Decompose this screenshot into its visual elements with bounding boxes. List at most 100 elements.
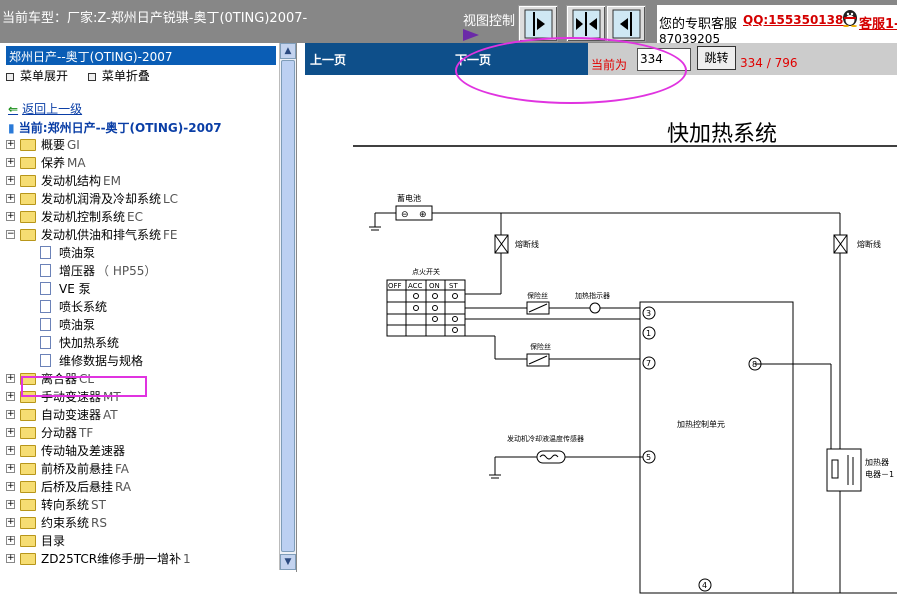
scroll-down-arrow-icon[interactable]: ▼ bbox=[280, 554, 296, 570]
folder-icon bbox=[20, 193, 36, 205]
document-icon bbox=[40, 336, 51, 349]
jump-button[interactable]: 跳转 bbox=[697, 46, 736, 70]
tree-folder-item[interactable]: + 概要 GI bbox=[6, 136, 278, 154]
expand-toggle-icon[interactable]: + bbox=[6, 446, 15, 455]
folder-icon bbox=[20, 427, 36, 439]
menu-expand-label: 菜单展开 bbox=[20, 69, 69, 83]
expand-toggle-icon[interactable]: + bbox=[6, 500, 15, 509]
tree-folder-item[interactable]: + 自动变速器 AT bbox=[6, 406, 278, 424]
tree-folder-item[interactable]: + 转向系统 ST bbox=[6, 496, 278, 514]
expand-toggle-icon[interactable]: + bbox=[6, 194, 15, 203]
tree-folder-item[interactable]: + 传动轴及差速器 bbox=[6, 442, 278, 460]
tree-item-code: TF bbox=[79, 426, 94, 440]
tree-doc-item[interactable]: 增压器（ HP55） bbox=[6, 262, 278, 280]
expand-toggle-icon[interactable]: + bbox=[6, 176, 15, 185]
sensor-label: 发动机冷却液温度传感器 bbox=[507, 434, 584, 443]
tree-item-code: LC bbox=[163, 192, 179, 206]
scroll-thumb[interactable] bbox=[281, 60, 295, 552]
expand-toggle-icon[interactable]: + bbox=[6, 140, 15, 149]
fuse-b-symbol: 保险丝 bbox=[494, 336, 640, 367]
qq-penguin-icon[interactable] bbox=[840, 7, 860, 27]
tree-doc-item[interactable]: 快加热系统 bbox=[6, 334, 278, 352]
tree-doc-item[interactable]: 喷油泵 bbox=[6, 316, 278, 334]
tree-item-label: 后桥及后悬挂 bbox=[41, 480, 114, 494]
folder-icon bbox=[20, 157, 36, 169]
tree-item-label: 转向系统 bbox=[41, 498, 90, 512]
menu-expand-button[interactable]: 菜单展开 bbox=[6, 69, 76, 83]
service-kf-link[interactable]: 客服1- bbox=[859, 13, 897, 32]
tree-item-code: （ HP55） bbox=[97, 264, 157, 278]
view-right-button[interactable] bbox=[606, 5, 646, 42]
prev-page-button[interactable]: 上一页 bbox=[310, 51, 346, 68]
expand-icon bbox=[6, 72, 14, 81]
customer-service-panel: 您的专职客服 87039205 QQ:1553501388 客服1- bbox=[657, 5, 897, 46]
expand-toggle-icon[interactable]: + bbox=[6, 158, 15, 167]
tree-folder-item[interactable]: + 后桥及后悬挂 RA bbox=[6, 478, 278, 496]
tree-doc-item[interactable]: VE 泵 bbox=[6, 280, 278, 298]
folder-icon bbox=[20, 553, 36, 565]
tree-folder-item[interactable]: + 发动机润滑及冷却系统 LC bbox=[6, 190, 278, 208]
current-location-label: 当前:郑州日产--奥丁(OTING)-2007 bbox=[18, 121, 222, 135]
menu-collapse-label: 菜单折叠 bbox=[101, 69, 150, 83]
tree-item-code: MA bbox=[67, 156, 86, 170]
ign-col-on: ON bbox=[429, 282, 440, 290]
expand-toggle-icon[interactable]: + bbox=[6, 464, 15, 473]
scroll-up-arrow-icon[interactable]: ▲ bbox=[280, 43, 296, 59]
fuse-a-symbol: 保险丝 加热指示器 bbox=[526, 291, 610, 315]
expand-toggle-icon[interactable]: + bbox=[6, 374, 15, 383]
tree-folder-item[interactable]: + 约束系统 RS bbox=[6, 514, 278, 532]
service-qq-link[interactable]: QQ:1553501388 bbox=[743, 13, 852, 27]
fuse-right-label: 熔断线 bbox=[857, 239, 881, 249]
folder-icon bbox=[20, 409, 36, 421]
folder-icon bbox=[20, 481, 36, 493]
highlight-annotation bbox=[21, 376, 147, 397]
sidebar: 郑州日产--奥丁(OTING)-2007 菜单展开 菜单折叠 ⇐ 返回上一级 ▮ … bbox=[0, 43, 297, 572]
tree-folder-item[interactable]: + 前桥及前悬挂 FA bbox=[6, 460, 278, 478]
tree-item-code: RS bbox=[91, 516, 107, 530]
pin-3: 3 bbox=[646, 309, 651, 318]
tree-item-label: 发动机供油和排气系统 bbox=[41, 228, 162, 242]
tree-item-label: 增压器 bbox=[59, 264, 96, 278]
back-link[interactable]: ⇐ 返回上一级 bbox=[8, 100, 82, 117]
expand-toggle-icon[interactable]: + bbox=[6, 518, 15, 527]
ignition-switch-table: 点火开关 OFF ACC ON ST bbox=[386, 267, 640, 337]
sidebar-scrollbar[interactable]: ▲ ▼ bbox=[279, 43, 296, 570]
tree-item-label: 自动变速器 bbox=[41, 408, 102, 422]
tree-item-label: 传动轴及差速器 bbox=[41, 444, 126, 458]
tree-item-label: 喷长系统 bbox=[59, 300, 108, 314]
tree-folder-item[interactable]: + 保养 MA bbox=[6, 154, 278, 172]
expand-toggle-icon[interactable]: + bbox=[6, 392, 15, 401]
tree-folder-item[interactable]: + 目录 bbox=[6, 532, 278, 550]
tree-doc-item[interactable]: 维修数据与规格 bbox=[6, 352, 278, 370]
expand-toggle-icon[interactable]: + bbox=[6, 212, 15, 221]
tree-item-label: 快加热系统 bbox=[59, 336, 120, 350]
tree-folder-item[interactable]: + 分动器 TF bbox=[6, 424, 278, 442]
tree-item-label: 前桥及前悬挂 bbox=[41, 462, 114, 476]
tree-item-label: 喷油泵 bbox=[59, 318, 96, 332]
fuse-left-label: 熔断线 bbox=[515, 239, 539, 249]
relay-label-line1: 加热器 bbox=[865, 457, 889, 467]
tree-item-code: RA bbox=[115, 480, 132, 494]
ignition-label: 点火开关 bbox=[412, 267, 440, 276]
svg-text:⊖: ⊖ bbox=[401, 210, 409, 220]
tree-doc-item[interactable]: 喷油泵 bbox=[6, 244, 278, 262]
tree-folder-item[interactable]: + ZD25TCR维修手册一增补 1 bbox=[6, 550, 278, 568]
tree-folder-item[interactable]: − 发动机供油和排气系统 FE bbox=[6, 226, 278, 244]
expand-toggle-icon[interactable]: + bbox=[6, 410, 15, 419]
relay-label-line2: 电器－1 bbox=[865, 469, 894, 479]
tree-item-label: 发动机控制系统 bbox=[41, 210, 126, 224]
collapse-toggle-icon[interactable]: − bbox=[6, 230, 15, 239]
folder-icon bbox=[20, 229, 36, 241]
tree-doc-item[interactable]: 喷长系统 bbox=[6, 298, 278, 316]
expand-toggle-icon[interactable]: + bbox=[6, 536, 15, 545]
tree-folder-item[interactable]: + 发动机控制系统 EC bbox=[6, 208, 278, 226]
tree-folder-item[interactable]: + 发动机结构 EM bbox=[6, 172, 278, 190]
document-icon bbox=[40, 300, 51, 313]
location-icon: ▮ bbox=[8, 121, 15, 135]
expand-toggle-icon[interactable]: + bbox=[6, 482, 15, 491]
expand-toggle-icon[interactable]: + bbox=[6, 554, 15, 563]
menu-collapse-button[interactable]: 菜单折叠 bbox=[87, 69, 158, 83]
control-unit-box: 加热控制单元 3 1 7 5 8 4 bbox=[639, 301, 832, 594]
ign-col-st: ST bbox=[449, 282, 458, 290]
expand-toggle-icon[interactable]: + bbox=[6, 428, 15, 437]
